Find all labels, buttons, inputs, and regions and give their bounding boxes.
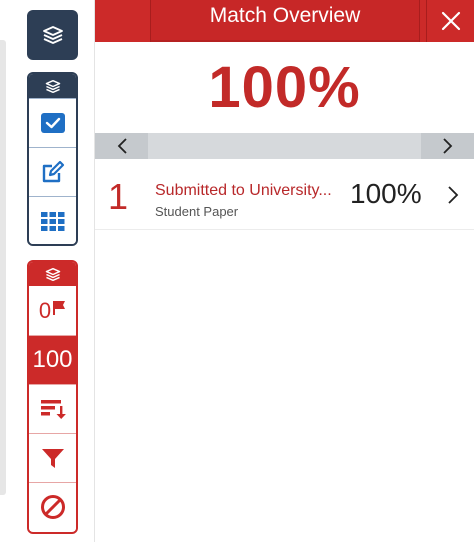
similarity-tools-header — [29, 262, 76, 286]
exclusions-button[interactable] — [29, 482, 76, 531]
close-button[interactable] — [426, 0, 474, 42]
match-source-name[interactable]: Submitted to University... — [155, 182, 343, 200]
layers-button[interactable] — [27, 10, 78, 60]
feedback-edit-button[interactable] — [29, 147, 76, 196]
flag-count-wrap: 0 — [39, 298, 66, 324]
layers-icon — [45, 79, 60, 93]
match-percent: 100% — [350, 178, 422, 209]
panel-title: Match Overview — [209, 4, 361, 27]
grid-icon — [40, 212, 64, 231]
match-expand-button[interactable] — [446, 184, 460, 211]
layers-icon — [42, 26, 63, 44]
match-list-item[interactable]: 1 Submitted to University... Student Pap… — [95, 166, 474, 230]
match-overview-score-button[interactable]: 100 — [29, 335, 76, 384]
grading-tools-group — [27, 72, 78, 246]
flag-icon — [53, 300, 66, 315]
layers-icon — [45, 267, 60, 281]
match-source-type: Student Paper — [155, 204, 239, 219]
sort-icon — [40, 400, 66, 419]
filter-icon — [41, 449, 64, 468]
edit-icon — [42, 160, 64, 183]
check-icon — [40, 113, 65, 133]
rubric-grid-button[interactable] — [29, 196, 76, 244]
grading-tools-header — [29, 74, 76, 98]
flags-button[interactable]: 0 — [29, 286, 76, 335]
next-button[interactable] — [421, 133, 474, 159]
close-icon — [441, 11, 460, 31]
ban-icon — [40, 495, 65, 519]
previous-button[interactable] — [95, 133, 148, 159]
match-pager — [95, 133, 474, 159]
quickmark-button[interactable] — [29, 98, 76, 147]
similarity-tools-group: 0 100 — [27, 260, 78, 534]
chevron-right-icon — [448, 186, 459, 204]
chevron-right-icon — [442, 138, 452, 154]
panel-header: Match Overview — [95, 0, 474, 42]
match-rank: 1 — [108, 176, 129, 217]
filter-button[interactable] — [29, 433, 76, 482]
similarity-score: 100 — [32, 346, 73, 373]
overall-similarity-percent: 100% — [208, 55, 361, 120]
flag-count: 0 — [38, 297, 52, 323]
all-sources-button[interactable] — [29, 384, 76, 433]
chevron-left-icon — [117, 138, 127, 154]
side-scrollbar[interactable] — [0, 40, 6, 495]
